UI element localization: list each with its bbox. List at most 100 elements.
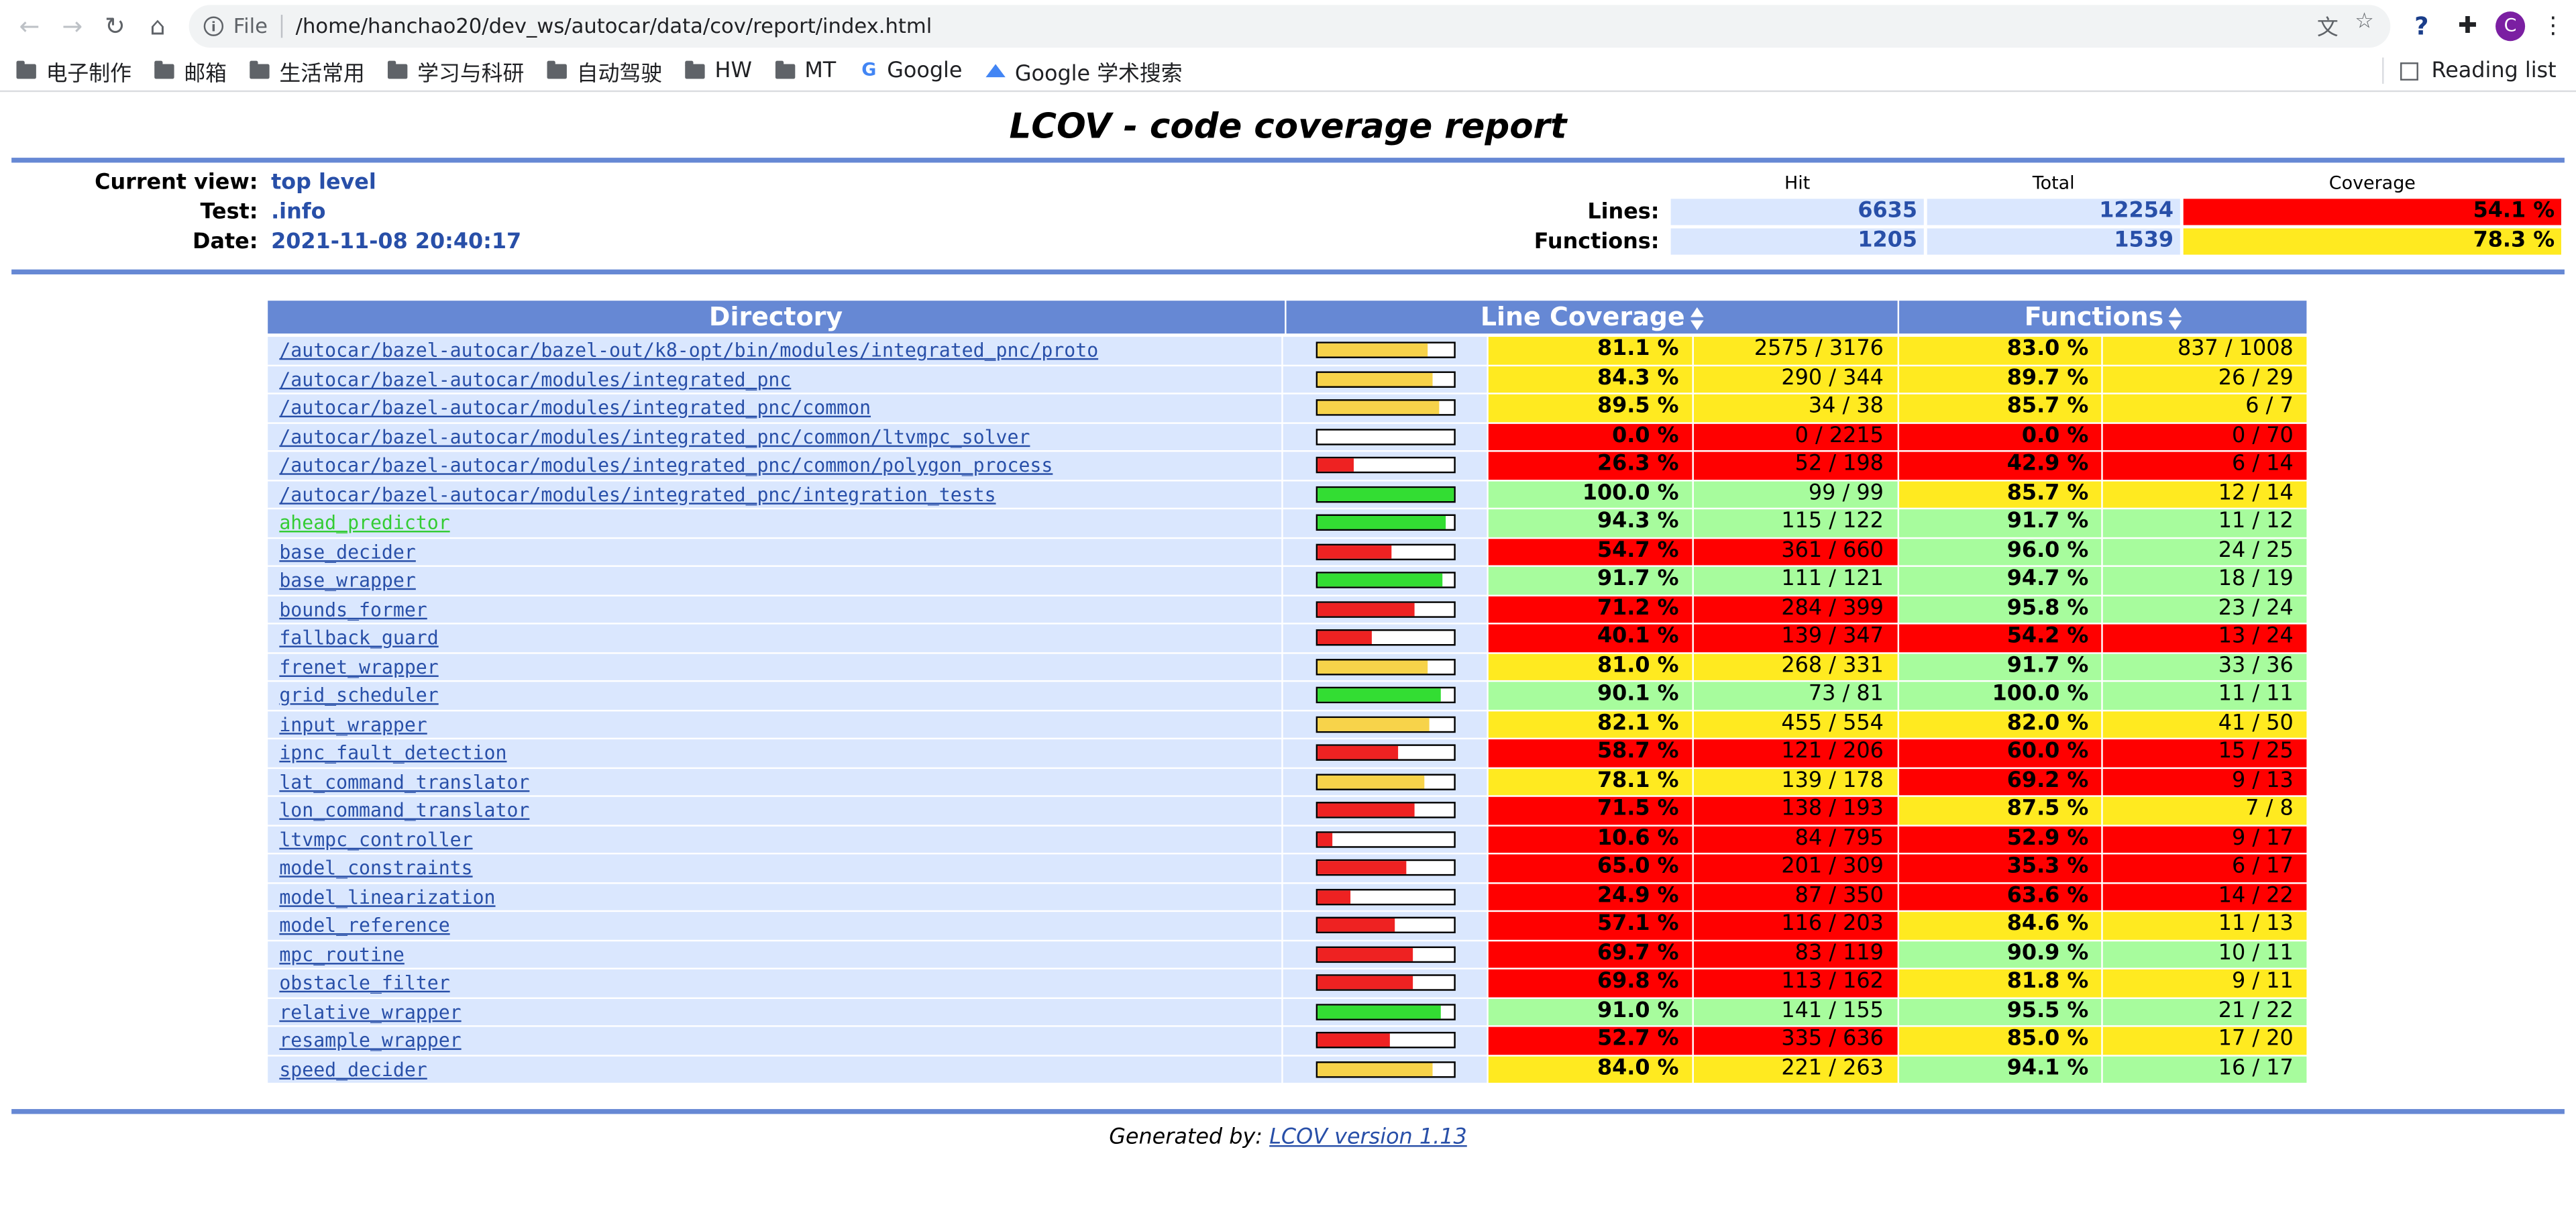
table-row: /autocar/bazel-autocar/modules/integrate… — [268, 423, 2308, 452]
bookmark-folder[interactable]: HW — [685, 58, 752, 83]
coverage-bar — [1316, 658, 1456, 675]
coverage-bar-cell — [1283, 825, 1487, 853]
directory-link[interactable]: model_reference — [279, 914, 449, 937]
coverage-bar — [1316, 802, 1456, 819]
coverage-bar — [1316, 457, 1456, 474]
directory-link[interactable]: ipnc_fault_detection — [279, 741, 506, 763]
directory-link[interactable]: /autocar/bazel-autocar/modules/integrate… — [279, 396, 871, 419]
bookmark-folder[interactable]: 电子制作 — [16, 55, 131, 87]
menu-kebab-icon[interactable]: ⋮ — [2535, 7, 2571, 44]
directory-cell: /autocar/bazel-autocar/modules/integrate… — [268, 480, 1283, 508]
coverage-bar-fill — [1317, 804, 1415, 817]
line-coverage-ratio: 0 / 2215 — [1693, 423, 1897, 451]
directory-link[interactable]: model_linearization — [279, 885, 495, 908]
directory-cell: /autocar/bazel-autocar/bazel-out/k8-opt/… — [268, 337, 1283, 364]
directory-cell: resample_wrapper — [268, 1026, 1283, 1055]
bookmark-scholar[interactable]: Google 学术搜索 — [985, 55, 1183, 87]
directory-link[interactable]: bounds_former — [279, 597, 427, 620]
directory-link[interactable]: model_constraints — [279, 856, 472, 879]
directory-link[interactable]: grid_scheduler — [279, 684, 438, 706]
bookmark-folder[interactable]: MT — [775, 58, 836, 83]
reload-icon[interactable]: ↻ — [94, 4, 137, 47]
url-text[interactable]: /home/hanchao20/dev_ws/autocar/data/cov/… — [296, 13, 2317, 38]
table-row: mpc_routine 69.7 % 83 / 119 90.9 % 10 / 11 — [268, 941, 2308, 969]
bookmark-star-icon[interactable]: ☆ — [2355, 10, 2374, 42]
toolbar-divider — [2382, 57, 2384, 84]
current-view-value[interactable]: top level — [271, 171, 376, 196]
directory-link[interactable]: base_wrapper — [279, 568, 415, 591]
function-coverage-percent: 94.7 % — [1898, 566, 2102, 594]
directory-link[interactable]: base_decider — [279, 539, 415, 562]
directory-link[interactable]: speed_decider — [279, 1057, 427, 1080]
reading-list-button[interactable]: Reading list — [2382, 57, 2557, 84]
function-coverage-percent: 0.0 % — [1898, 423, 2102, 451]
sort-icon[interactable] — [2168, 306, 2182, 330]
coverage-bar-fill — [1317, 660, 1428, 674]
coverage-bar-fill — [1317, 516, 1446, 530]
line-coverage-percent: 71.5 % — [1489, 796, 1693, 825]
coverage-bar — [1316, 687, 1456, 704]
directory-link[interactable]: /autocar/bazel-autocar/modules/integrate… — [279, 454, 1053, 476]
directory-cell: ahead_predictor — [268, 509, 1283, 537]
browser-toolbar: ← → ↻ ⌂ i File /home/hanchao20/dev_ws/au… — [0, 0, 2576, 51]
bookmark-google[interactable]: G Google — [859, 58, 962, 83]
bookmark-folder[interactable]: 学习与科研 — [388, 55, 524, 87]
bookmark-folder[interactable]: 邮箱 — [154, 55, 227, 87]
line-coverage-percent: 84.3 % — [1489, 365, 1693, 393]
function-coverage-percent: 89.7 % — [1898, 365, 2102, 393]
col-coverage-header: Coverage — [2328, 172, 2416, 194]
sort-icon[interactable] — [1690, 306, 1703, 330]
directory-link[interactable]: /autocar/bazel-autocar/modules/integrate… — [279, 367, 791, 390]
directory-link[interactable]: lon_command_translator — [279, 798, 529, 821]
coverage-bar-fill — [1317, 344, 1428, 358]
directory-link[interactable]: /autocar/bazel-autocar/bazel-out/k8-opt/… — [279, 338, 1098, 361]
bookmark-folder[interactable]: 生活常用 — [250, 55, 365, 87]
line-coverage-ratio: 87 / 350 — [1693, 883, 1897, 910]
lines-hit: 6635 — [1670, 199, 1924, 225]
help-icon[interactable]: ? — [2404, 7, 2440, 44]
directory-link[interactable]: mpc_routine — [279, 943, 405, 965]
function-coverage-ratio: 6 / 17 — [2103, 854, 2307, 882]
back-arrow-icon[interactable]: ← — [8, 4, 51, 47]
function-coverage-ratio: 12 / 14 — [2103, 480, 2307, 508]
line-coverage-percent: 100.0 % — [1489, 480, 1693, 508]
lines-total: 12254 — [1927, 199, 2180, 225]
coverage-bar-fill — [1317, 890, 1352, 904]
directory-link[interactable]: lat_command_translator — [279, 770, 529, 792]
directory-link[interactable]: input_wrapper — [279, 713, 427, 735]
table-row: base_decider 54.7 % 361 / 660 96.0 % 24 / 25 — [268, 538, 2308, 567]
directory-link[interactable]: ltvmpc_controller — [279, 827, 472, 850]
directory-link[interactable]: relative_wrapper — [279, 1000, 461, 1022]
bookmark-folder[interactable]: 自动驾驶 — [547, 55, 662, 87]
directory-cell: ipnc_fault_detection — [268, 739, 1283, 767]
summary-header: Current view: top level Test: .info Date… — [0, 162, 2576, 261]
extensions-icon[interactable]: ✚ — [2449, 7, 2485, 44]
coverage-bar-fill — [1317, 1005, 1442, 1018]
address-bar[interactable]: i File /home/hanchao20/dev_ws/autocar/da… — [189, 4, 2391, 47]
directory-link[interactable]: /autocar/bazel-autocar/modules/integrate… — [279, 482, 996, 505]
coverage-bar-fill — [1317, 833, 1332, 846]
directory-link[interactable]: ahead_predictor — [279, 511, 449, 534]
coverage-bar — [1316, 428, 1456, 445]
table-row: lon_command_translator 71.5 % 138 / 193 87.… — [268, 796, 2308, 826]
translate-icon[interactable]: 文 — [2317, 10, 2339, 41]
coverage-bar-cell — [1283, 969, 1487, 997]
info-icon[interactable]: i — [203, 15, 224, 36]
coverage-bar-cell — [1283, 1055, 1487, 1083]
lcov-version-link[interactable]: LCOV version 1.13 — [1269, 1126, 1467, 1151]
coverage-bar-fill — [1317, 631, 1373, 645]
table-row: resample_wrapper 52.7 % 335 / 636 85.0 % 17 … — [268, 1026, 2308, 1056]
th-line-coverage[interactable]: Line Coverage — [1285, 301, 1898, 334]
directory-link[interactable]: fallback_guard — [279, 626, 438, 649]
forward-arrow-icon[interactable]: → — [51, 4, 94, 47]
directory-link[interactable]: frenet_wrapper — [279, 655, 438, 678]
home-icon[interactable]: ⌂ — [136, 4, 179, 47]
directory-cell: fallback_guard — [268, 624, 1283, 652]
profile-avatar[interactable]: C — [2496, 10, 2526, 41]
directory-link[interactable]: resample_wrapper — [279, 1029, 461, 1051]
th-functions[interactable]: Functions — [1899, 301, 2307, 334]
line-coverage-ratio: 290 / 344 — [1693, 365, 1897, 393]
directory-link[interactable]: /autocar/bazel-autocar/modules/integrate… — [279, 425, 1030, 447]
coverage-bar-fill — [1317, 976, 1413, 990]
directory-link[interactable]: obstacle_filter — [279, 971, 449, 994]
